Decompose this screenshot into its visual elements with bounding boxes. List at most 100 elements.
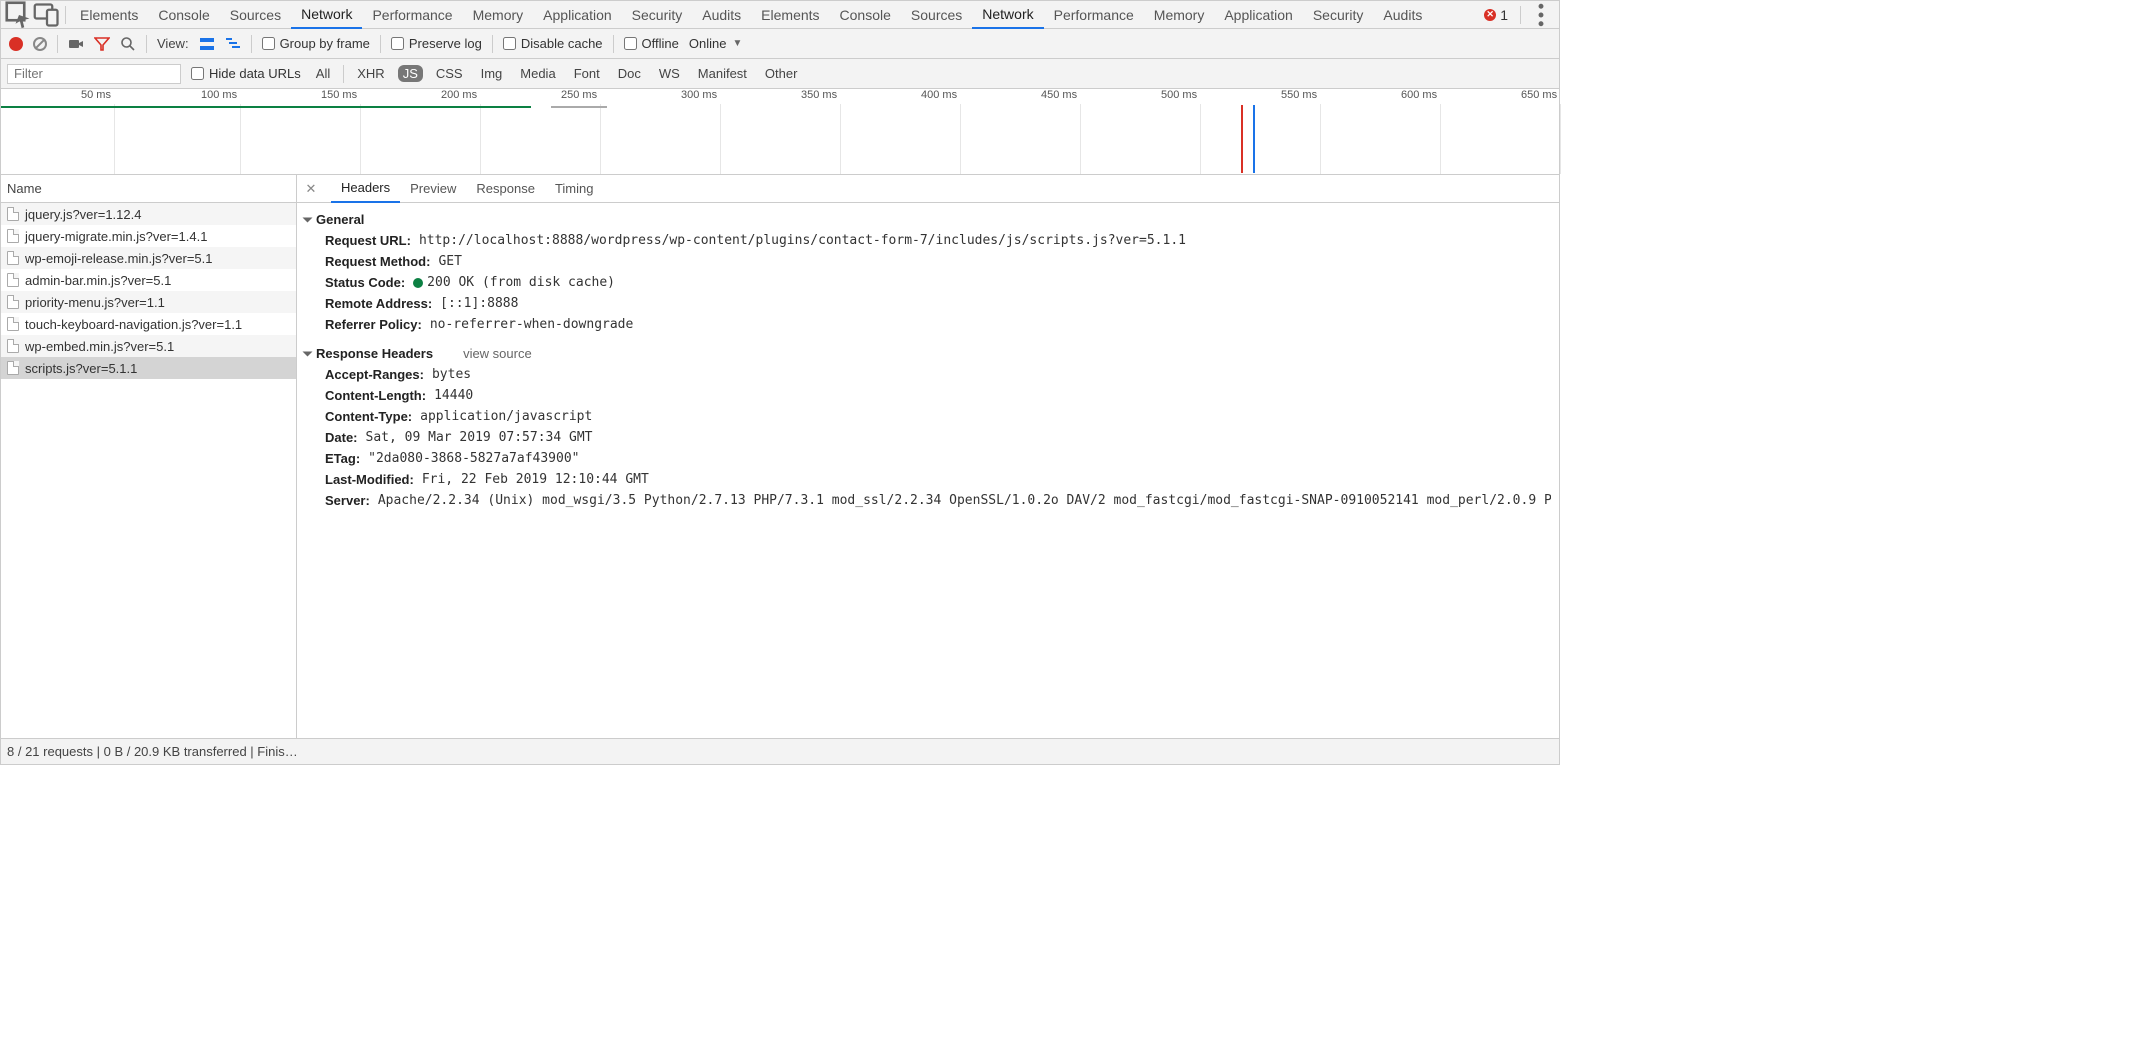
- header-value: "2da080-3868-5827a7af43900": [368, 451, 579, 466]
- request-row[interactable]: wp-emoji-release.min.js?ver=5.1: [1, 247, 296, 269]
- main-tab-console[interactable]: Console: [148, 1, 219, 29]
- device-toolbar-icon[interactable]: [33, 1, 61, 29]
- detail-tab-preview[interactable]: Preview: [400, 175, 466, 203]
- header-key: Content-Length:: [325, 388, 426, 403]
- header-value: no-referrer-when-downgrade: [430, 317, 634, 332]
- main-tab-audits[interactable]: Audits: [692, 1, 751, 29]
- main-tab-performance[interactable]: Performance: [362, 1, 462, 29]
- timeline-tick: 550 ms: [1281, 89, 1317, 101]
- filter-type-media[interactable]: Media: [515, 65, 560, 82]
- hide-data-urls-checkbox[interactable]: Hide data URLs: [191, 66, 301, 81]
- main-tab-application[interactable]: Application: [533, 1, 622, 29]
- group-by-frame-checkbox[interactable]: Group by frame: [262, 36, 370, 51]
- kebab-menu-icon[interactable]: [1527, 1, 1555, 29]
- filter-type-manifest[interactable]: Manifest: [693, 65, 752, 82]
- divider: [343, 65, 344, 83]
- divider: [57, 35, 58, 53]
- name-column-header[interactable]: Name: [1, 175, 296, 203]
- header-row: Referrer Policy:no-referrer-when-downgra…: [305, 314, 1551, 335]
- inspect-element-icon[interactable]: [5, 1, 33, 29]
- section-header[interactable]: General: [305, 209, 1551, 230]
- main-tab-memory[interactable]: Memory: [463, 1, 534, 29]
- timeline-overview[interactable]: 50 ms100 ms150 ms200 ms250 ms300 ms350 m…: [1, 89, 1559, 175]
- header-key: Accept-Ranges:: [325, 367, 424, 382]
- detail-tab-response[interactable]: Response: [466, 175, 545, 203]
- header-row: ETag:"2da080-3868-5827a7af43900": [305, 448, 1551, 469]
- main-tab-performance[interactable]: Performance: [1044, 1, 1144, 29]
- request-name: jquery.js?ver=1.12.4: [25, 207, 141, 222]
- file-icon: [7, 317, 19, 331]
- request-name: admin-bar.min.js?ver=5.1: [25, 273, 171, 288]
- request-row[interactable]: touch-keyboard-navigation.js?ver=1.1: [1, 313, 296, 335]
- main-tab-security[interactable]: Security: [622, 1, 693, 29]
- filter-icon[interactable]: [94, 36, 110, 52]
- error-count-badge[interactable]: ✕ 1: [1478, 7, 1514, 23]
- request-row[interactable]: jquery.js?ver=1.12.4: [1, 203, 296, 225]
- preserve-log-checkbox[interactable]: Preserve log: [391, 36, 482, 51]
- header-value: [::1]:8888: [440, 296, 518, 311]
- large-rows-icon[interactable]: [199, 36, 215, 52]
- filter-type-img[interactable]: Img: [476, 65, 508, 82]
- request-row[interactable]: scripts.js?ver=5.1.1: [1, 357, 296, 379]
- camera-icon[interactable]: [68, 36, 84, 52]
- waterfall-icon[interactable]: [225, 36, 241, 52]
- throttling-select[interactable]: Online▼: [689, 36, 746, 51]
- filter-type-js[interactable]: JS: [398, 65, 423, 82]
- header-key: Server:: [325, 493, 370, 508]
- main-tab-network[interactable]: Network: [291, 1, 362, 29]
- detail-tab-headers[interactable]: Headers: [331, 175, 400, 203]
- file-icon: [7, 273, 19, 287]
- main-tab-sources[interactable]: Sources: [220, 1, 291, 29]
- request-row[interactable]: wp-embed.min.js?ver=5.1: [1, 335, 296, 357]
- timeline-tick: 150 ms: [321, 89, 357, 101]
- filter-type-doc[interactable]: Doc: [613, 65, 646, 82]
- main-tab-console[interactable]: Console: [830, 1, 901, 29]
- header-key: Date:: [325, 430, 358, 445]
- filter-type-xhr[interactable]: XHR: [352, 65, 389, 82]
- request-row[interactable]: priority-menu.js?ver=1.1: [1, 291, 296, 313]
- filter-type-ws[interactable]: WS: [654, 65, 685, 82]
- main-tab-audits[interactable]: Audits: [1373, 1, 1432, 29]
- header-value: http://localhost:8888/wordpress/wp-conte…: [419, 233, 1186, 248]
- status-text: 8 / 21 requests | 0 B / 20.9 KB transfer…: [7, 744, 298, 759]
- header-key: Request Method:: [325, 254, 430, 269]
- request-row[interactable]: admin-bar.min.js?ver=5.1: [1, 269, 296, 291]
- file-icon: [7, 361, 19, 375]
- main-tab-elements[interactable]: Elements: [70, 1, 148, 29]
- main-tab-security[interactable]: Security: [1303, 1, 1374, 29]
- main-tab-application[interactable]: Application: [1214, 1, 1303, 29]
- divider: [1520, 6, 1521, 24]
- disable-cache-checkbox[interactable]: Disable cache: [503, 36, 603, 51]
- divider: [65, 6, 66, 24]
- file-icon: [7, 295, 19, 309]
- clear-button[interactable]: [33, 37, 47, 51]
- filter-type-css[interactable]: CSS: [431, 65, 468, 82]
- view-source-link[interactable]: view source: [463, 346, 532, 361]
- header-row: Remote Address:[::1]:8888: [305, 293, 1551, 314]
- main-tab-memory[interactable]: Memory: [1144, 1, 1215, 29]
- record-button[interactable]: [9, 37, 23, 51]
- timeline-tick: 450 ms: [1041, 89, 1077, 101]
- detail-tabs: ✕ HeadersPreviewResponseTiming: [297, 175, 1559, 203]
- header-key: Request URL:: [325, 233, 411, 248]
- filter-type-all[interactable]: All: [311, 65, 335, 82]
- filter-type-font[interactable]: Font: [569, 65, 605, 82]
- main-tab-network[interactable]: Network: [972, 1, 1043, 29]
- filter-type-other[interactable]: Other: [760, 65, 803, 82]
- header-value: Apache/2.2.34 (Unix) mod_wsgi/3.5 Python…: [378, 493, 1551, 508]
- request-list: jquery.js?ver=1.12.4 jquery-migrate.min.j…: [1, 203, 296, 738]
- request-name: priority-menu.js?ver=1.1: [25, 295, 165, 310]
- section-header[interactable]: Response Headersview source: [305, 343, 1551, 364]
- detail-tab-timing[interactable]: Timing: [545, 175, 604, 203]
- close-detail-icon[interactable]: ✕: [301, 179, 321, 199]
- content-split: Name jquery.js?ver=1.12.4 jquery-migrate.…: [1, 175, 1559, 738]
- main-tab-sources[interactable]: Sources: [901, 1, 972, 29]
- offline-checkbox[interactable]: Offline: [624, 36, 679, 51]
- divider: [251, 35, 252, 53]
- header-row: Last-Modified:Fri, 22 Feb 2019 12:10:44 …: [305, 469, 1551, 490]
- timeline-tick: 500 ms: [1161, 89, 1197, 101]
- request-row[interactable]: jquery-migrate.min.js?ver=1.4.1: [1, 225, 296, 247]
- search-icon[interactable]: [120, 36, 136, 52]
- main-tab-elements[interactable]: Elements: [751, 1, 829, 29]
- filter-input[interactable]: [7, 64, 181, 84]
